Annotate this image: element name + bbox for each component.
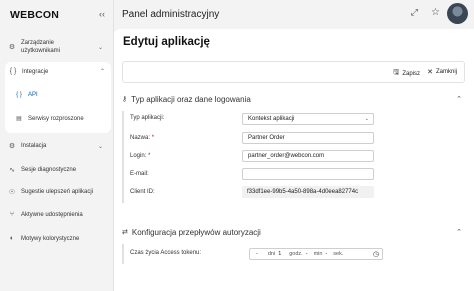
seconds-unit: sek. [333, 251, 344, 257]
type-label: Typ aplikacji: [130, 115, 165, 121]
section-title: Typ aplikacji oraz dane logowania [131, 94, 251, 104]
sidebar-subitem-api[interactable]: { } API [13, 92, 105, 98]
gear-icon: ⚙ [8, 143, 16, 150]
sidebar-item-active-shares[interactable]: ⑂ Aktywne udostępnienia [6, 211, 109, 218]
name-label: Nazwa: * [130, 135, 154, 141]
section-auth-flows-header[interactable]: ⇄ Konfiguracja przepływów autoryzacji ⌃ [122, 225, 465, 239]
braces-icon: { } [16, 92, 22, 98]
login-label: Login: * [130, 153, 150, 159]
chevron-down-icon: ⌄ [97, 44, 103, 51]
sidebar-item-label: Zarządzanie użytkownikami [21, 40, 61, 54]
flow-icon: ⇄ [122, 229, 128, 236]
toolbar: 🖫 Zapisz ✕ Zamknij [122, 61, 465, 83]
sidebar-item-label: Aktywne udostępnienia [21, 211, 83, 218]
expand-icon[interactable]: ⤢ [411, 7, 418, 18]
sidebar-item-label: Integracje [22, 68, 49, 75]
webcon-logo: WEBCON [10, 8, 60, 21]
share-icon: ⑂ [9, 211, 15, 218]
name-label-text: Nazwa: [130, 135, 151, 141]
braces-icon: { } [9, 68, 17, 75]
chevron-up-icon[interactable]: ⌃ [456, 95, 462, 103]
users-gear-icon: ⚙ [8, 44, 16, 51]
client-id-label: Client ID: [130, 189, 155, 195]
save-label: Zapisz [402, 70, 420, 77]
section-app-type-header[interactable]: ⚷ Typ aplikacji oraz dane logowania ⌃ [122, 92, 465, 106]
login-value: partner_order@webcon.com [248, 153, 325, 159]
minutes-unit: min [313, 251, 323, 257]
sidebar: WEBCON ‹‹ ⚙ Zarządzanie użytkownikami ⌄ … [0, 0, 114, 291]
key-icon: ⚷ [122, 96, 128, 103]
chevron-down-icon: ⌄ [97, 143, 103, 150]
server-icon: ▤ [16, 116, 22, 122]
clock-icon[interactable]: ◷ [373, 250, 379, 258]
app-type-value: Kontekst aplikacji [248, 116, 295, 122]
token-lifetime-label: Czas życia Access tokenu: [130, 250, 202, 256]
sidebar-item-installation[interactable]: ⚙ Instalacja ⌄ [6, 142, 109, 150]
duration-sign: - [256, 251, 258, 257]
save-icon: 🖫 [393, 69, 400, 76]
days-unit: dni [267, 251, 276, 257]
sidebar-item-label: Sugestie ulepszeń aplikacji [21, 189, 94, 195]
chevron-left-icon[interactable]: ‹‹ [99, 9, 105, 19]
app-title: Panel administracyjny [122, 9, 220, 20]
header: Panel administracyjny ☆ ⤢ [114, 0, 474, 29]
login-label-text: Login: [130, 153, 147, 159]
sidebar-item-integrations[interactable]: { } Integracje ⌃ [7, 68, 111, 75]
login-field[interactable]: partner_order@webcon.com [242, 150, 374, 162]
email-label: E-mail: [130, 171, 149, 177]
logo-row: WEBCON ‹‹ [0, 0, 113, 29]
palette-icon: ◐ [9, 235, 15, 242]
sidebar-item-color-themes[interactable]: ◐ Motywy kolorystyczne [6, 235, 109, 242]
hours-unit: godz. [289, 251, 303, 257]
close-label: Zamknij [435, 69, 457, 75]
sidebar-item-label: Sesje diagnostyczne [21, 167, 77, 173]
chevron-up-icon[interactable]: ⌃ [456, 228, 462, 236]
page-title: Edytuj aplikację [123, 36, 210, 48]
days-value[interactable]: 1 [278, 251, 281, 257]
sidebar-item-suggestions[interactable]: ☉ Sugestie ulepszeń aplikacji [6, 188, 109, 196]
client-id-text: f33df1ee-99b5-4a50-898a-4d0eea82774c [247, 189, 359, 195]
sidebar-item-label: API [28, 92, 38, 98]
sidebar-group-integrations: { } Integracje ⌃ { } API ▤ Serwisy rozpr… [5, 62, 111, 133]
star-icon[interactable]: ☆ [431, 7, 440, 18]
name-field[interactable]: Partner Order [242, 132, 374, 144]
close-icon: ✕ [427, 69, 433, 76]
sidebar-item-label: Serwisy rozproszone [28, 115, 84, 122]
lightbulb-icon: ☉ [8, 189, 16, 196]
section-app-type-body: Typ aplikacji: Kontekst aplikacji ⌄ Nazw… [122, 111, 465, 203]
sidebar-item-label: Motywy kolorystyczne [21, 235, 80, 242]
hours-value[interactable]: - [306, 251, 308, 257]
sidebar-item-users[interactable]: ⚙ Zarządzanie użytkownikami ⌄ [6, 39, 109, 55]
close-button[interactable]: ✕ Zamknij [427, 68, 457, 76]
app-type-select[interactable]: Kontekst aplikacji ⌄ [242, 113, 374, 125]
minutes-value[interactable]: - [325, 251, 327, 257]
chevron-down-icon: ⌄ [364, 116, 369, 122]
chevron-up-icon: ⌃ [99, 69, 105, 75]
email-field[interactable] [242, 168, 374, 180]
required-mark: * [151, 135, 155, 141]
section-auth-flows-body: Czas życia Access tokenu: - dni 1 godz. … [122, 244, 465, 264]
avatar[interactable] [447, 3, 468, 24]
client-id-value: f33df1ee-99b5-4a50-898a-4d0eea82774c [242, 186, 374, 198]
sidebar-item-diagnostics[interactable]: ∿ Sesje diagnostyczne [6, 166, 109, 174]
required-mark: * [148, 153, 151, 159]
token-lifetime-input[interactable]: - dni 1 godz. - min - sek. ◷ [249, 248, 383, 260]
section-title: Konfiguracja przepływów autoryzacji [131, 227, 261, 237]
pulse-icon: ∿ [9, 167, 15, 174]
save-button[interactable]: 🖫 Zapisz [393, 68, 420, 79]
sidebar-item-label: Instalacja [21, 143, 47, 149]
name-value: Partner Order [248, 135, 285, 141]
sidebar-subitem-distributed-services[interactable]: ▤ Serwisy rozproszone [13, 115, 105, 123]
main-panel: Edytuj aplikację 🖫 Zapisz ✕ Zamknij ⚷ Ty… [114, 29, 474, 291]
